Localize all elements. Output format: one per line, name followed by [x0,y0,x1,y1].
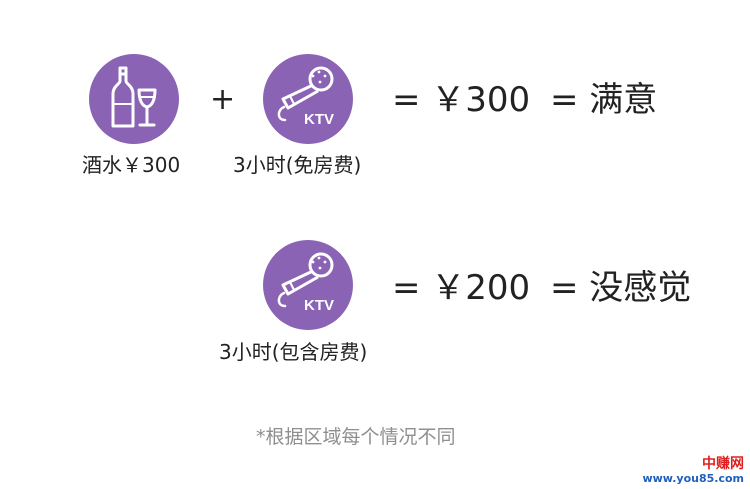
row1-feeling-result: = 满意 [550,80,658,120]
row2-price-result: = ￥200 [392,268,531,308]
watermark: 中赚网 www.you85.com [642,456,744,485]
ktv-microphone-graphic: KTV [277,66,334,128]
wine-bottle-and-glass-icon [89,54,179,144]
ktv-badge-text: KTV [304,297,334,314]
row2-feeling-result: = 没感觉 [550,268,692,308]
wine-bottle-and-glass-graphic [111,66,157,128]
drinks-price-label: 酒水￥300 [82,153,181,177]
ktv-microphone-icon: KTV [263,54,353,144]
row1-price-result: = ￥300 [392,80,531,120]
ktv-3-hours-with-room-label: 3小时(包含房费) [219,340,368,364]
watermark-title: 中赚网 [702,456,744,472]
watermark-url: www.you85.com [642,472,744,485]
plus-sign: + [210,82,236,117]
ktv-badge-text: KTV [304,111,334,128]
footnote: *根据区域每个情况不同 [256,426,456,448]
ktv-microphone-icon: KTV [263,240,353,330]
ktv-microphone-graphic: KTV [277,252,334,314]
ktv-3-hours-free-room-label: 3小时(免房费) [233,153,362,177]
